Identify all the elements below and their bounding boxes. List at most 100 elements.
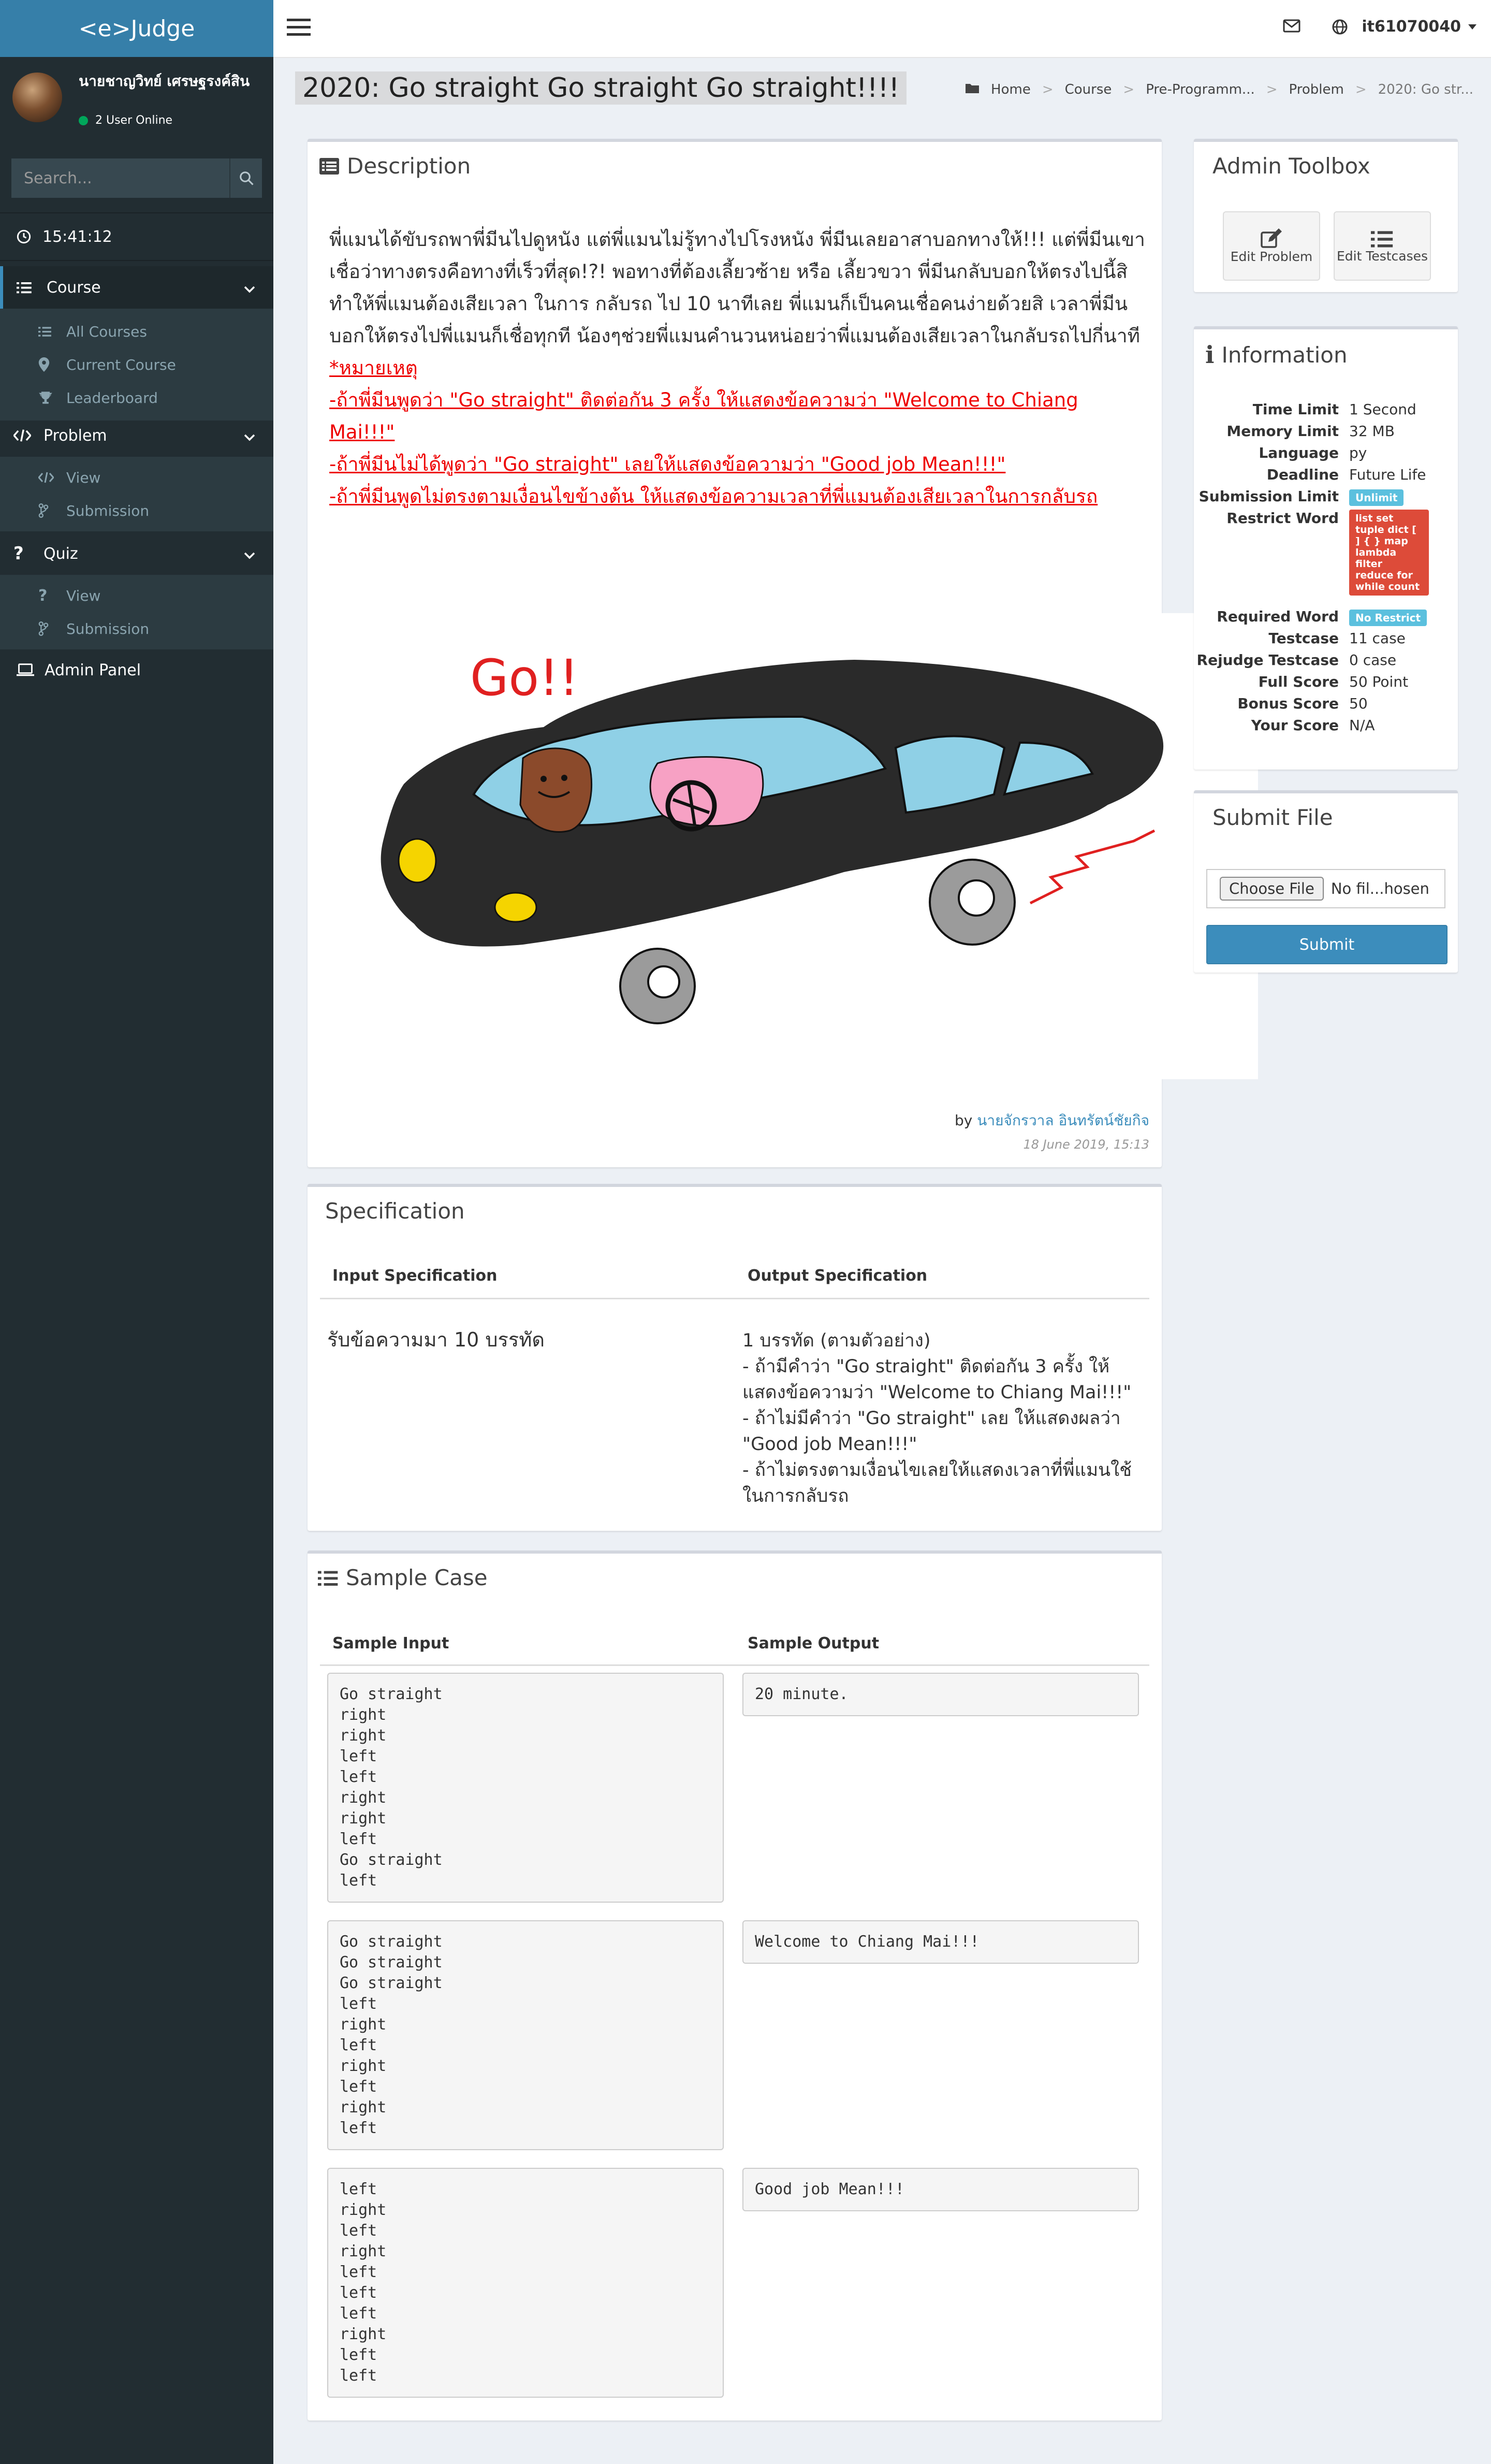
sample-output-1: 20 minute. [742,1673,1139,1716]
input-spec-text: รับข้อความมา 10 บรรทัด [327,1328,545,1351]
admin-toolbox-box: Admin Toolbox Edit Problem Edit Testcase… [1194,139,1458,292]
description-box: Description พี่แมนได้ขับรถพาพี่มีนไปดูหน… [308,139,1258,1167]
info-row: Submission Limit Unlimit [1194,488,1453,510]
search-input[interactable] [11,158,229,198]
note-line: -ถ้าพี่มีนพูดไม่ตรงตามเงื่อนไขข้างต้น ให… [329,485,1098,508]
info-key: Required Word [1217,608,1339,625]
sidebar-item-quiz-submission[interactable]: Submission [0,612,273,645]
clock: 15:41:12 [0,212,273,261]
submit-button[interactable]: Submit [1206,925,1448,964]
information-title: Information [1221,342,1348,368]
breadcrumb-current: 2020: Go str... [1378,82,1473,97]
hamburger-icon [287,19,311,36]
info-key: Testcase [1268,630,1339,647]
laptop-icon [17,663,37,677]
sample-case-header: Sample Case [318,1565,488,1590]
map-marker-icon [38,357,59,372]
info-key: Full Score [1258,673,1339,690]
info-value: 32 MB [1349,423,1395,440]
sidebar-toggle[interactable] [287,18,311,39]
info-row: Testcase 11 case [1194,630,1453,651]
info-icon: i [1205,341,1215,369]
post-date: 18 June 2019, 15:13 [1023,1137,1149,1152]
online-dot-icon [79,115,88,125]
user-menu[interactable]: it61070040 [1362,18,1477,36]
sidebar-item-problem-view[interactable]: View [0,461,273,494]
sidebar-item-leaderboard[interactable]: Leaderboard [0,381,273,414]
info-row: Time Limit 1 Second [1194,401,1453,423]
page-title: 2020: Go straight Go straight Go straigh… [295,71,907,105]
question-icon: ? [38,586,48,605]
breadcrumb-problem[interactable]: Problem [1289,82,1344,97]
file-input[interactable]: Choose File No fil...hosen [1206,869,1445,908]
menu-course: Course All Courses Current Course Leader… [0,266,273,421]
sidebar-search [11,158,262,198]
info-key: Rejudge Testcase [1196,651,1339,669]
code-fork-icon [38,503,59,518]
sidebar-item-label: Leaderboard [66,389,158,407]
sidebar-item-current-course[interactable]: Current Course [0,348,273,381]
info-value: Unlimit [1349,488,1453,510]
brand-text: <e>Judge [78,15,195,42]
sidebar-item-label: All Courses [66,323,147,340]
file-status: No fil...hosen [1331,880,1429,897]
sidebar-item-label: Submission [66,620,150,637]
info-value: No Restrict [1349,608,1453,630]
info-row: Deadline Future Life [1194,466,1453,488]
caret-down-icon [1468,24,1477,30]
choose-file-button[interactable]: Choose File [1220,877,1324,901]
sample-output-label: Sample Output [748,1634,880,1653]
breadcrumb-home[interactable]: Home [991,82,1031,97]
language-button[interactable] [1332,19,1348,37]
edit-problem-label: Edit Problem [1230,249,1313,264]
online-status: 2 User Online [79,114,172,127]
clock-time: 15:41:12 [42,227,112,246]
author-link[interactable]: นายจักรวาล อินทรัตน์ชัยกิจ [977,1112,1149,1129]
info-value: py [1349,444,1367,461]
specification-title: Specification [325,1198,465,1224]
info-key: Your Score [1251,717,1339,734]
author-byline: by นายจักรวาล อินทรัตน์ชัยกิจ 18 June 20… [955,1109,1149,1152]
edit-problem-button[interactable]: Edit Problem [1223,211,1320,281]
output-spec-line: 1 บรรทัด (ตามตัวอย่าง) [742,1330,931,1351]
edit-testcases-label: Edit Testcases [1336,248,1428,264]
trophy-icon [38,391,59,404]
note-title: *หมายเหตุ [329,357,418,379]
breadcrumb: Home > Course > Pre-Programm... > Proble… [965,82,1473,97]
search-button[interactable] [229,158,262,198]
messages-button[interactable] [1283,19,1300,35]
info-value: 0 case [1349,651,1397,669]
envelope-icon [1283,19,1300,33]
no-restrict-badge: No Restrict [1349,610,1427,626]
submenu-course: All Courses Current Course Leaderboard [0,309,273,421]
breadcrumb-course[interactable]: Course [1065,82,1112,97]
sample-output-2: Welcome to Chiang Mai!!! [742,1920,1139,1964]
sample-output-3: Good job Mean!!! [742,2168,1139,2211]
menu-label-problem: Problem [43,426,107,445]
sidebar-item-problem-submission[interactable]: Submission [0,494,273,527]
info-value: Future Life [1349,466,1426,483]
submit-file-box: Submit File Choose File No fil...hosen S… [1194,790,1458,973]
sample-input-1: Go straight right right left left right … [327,1673,724,1903]
brand-logo[interactable]: <e>Judge [0,0,273,57]
car-drawing: Go!! [326,613,1258,1079]
sidebar: <e>Judge นายชาญวิทย์ เศรษฐรงค์สิน 2 User… [0,0,273,2464]
submenu-problem: View Submission [0,457,273,531]
submenu-quiz: ? View Submission [0,575,273,649]
info-row: Restrict Word list set tuple dict [ ] { }… [1194,510,1453,608]
divider [320,1664,1149,1666]
sidebar-item-all-courses[interactable]: All Courses [0,315,273,348]
menu-header-course[interactable]: Course [0,266,273,309]
menu-header-problem[interactable]: Problem [0,414,273,457]
breadcrumb-course-name[interactable]: Pre-Programm... [1146,82,1255,97]
information-header: i Information [1205,341,1348,369]
restrict-word-badge: list set tuple dict [ ] { } map lambda f… [1349,510,1429,596]
output-spec-line: - ถ้าไม่ตรงตามเงื่อนไขเลยให้แสดงเวลาที่พ… [742,1460,1132,1506]
sidebar-item-admin-panel[interactable]: Admin Panel [0,651,273,689]
output-spec-line: - ถ้าไม่มีคำว่า "Go straight" เลย ให้แสด… [742,1408,1121,1455]
sidebar-item-quiz-view[interactable]: ? View [0,579,273,612]
info-row: Language py [1194,444,1453,466]
menu-header-quiz[interactable]: ? Quiz [0,532,273,575]
info-value: 50 [1349,695,1368,712]
edit-testcases-button[interactable]: Edit Testcases [1334,211,1431,281]
